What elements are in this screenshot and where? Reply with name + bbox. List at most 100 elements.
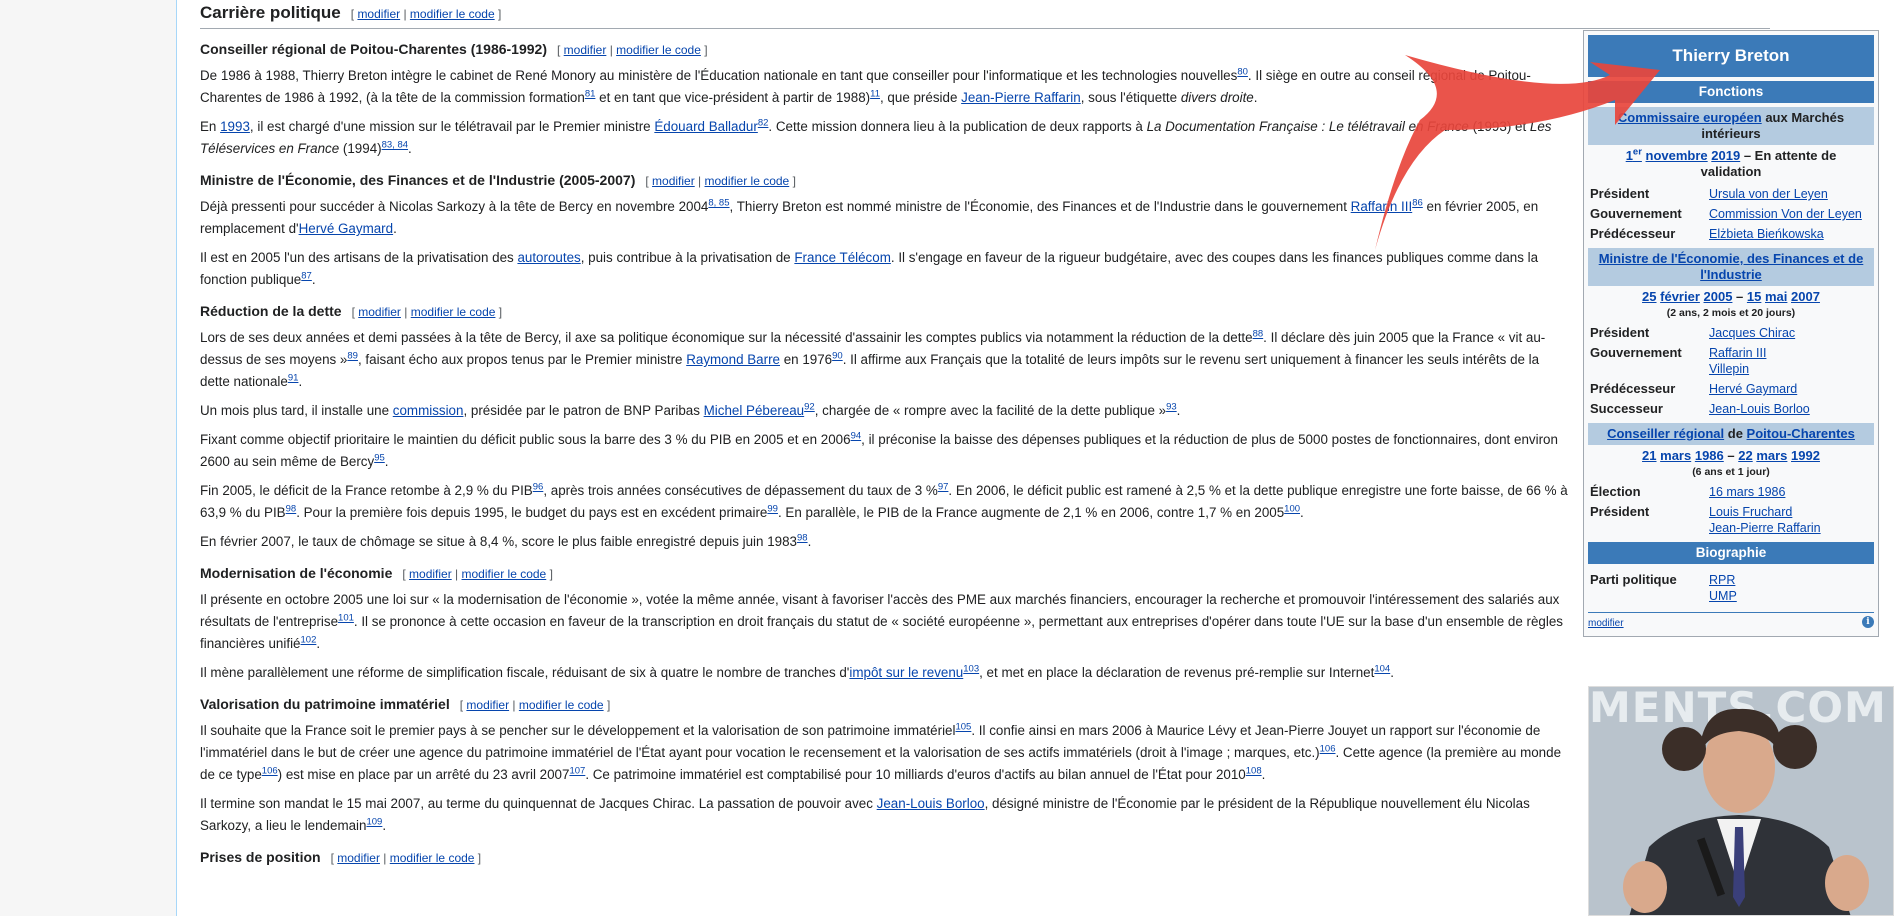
- subsection-heading: Valorisation du patrimoine immatériel [ m…: [200, 693, 1570, 716]
- edit-code-link[interactable]: modifier le code: [519, 698, 604, 712]
- subsection-title: Conseiller régional de Poitou-Charentes …: [200, 41, 547, 57]
- date-link[interactable]: 2007: [1791, 289, 1820, 304]
- ref-link[interactable]: 104: [1374, 664, 1390, 675]
- date-link[interactable]: février: [1660, 289, 1700, 304]
- article-link[interactable]: Raymond Barre: [686, 352, 780, 367]
- article-link[interactable]: 1993: [220, 119, 250, 134]
- ref-link[interactable]: 108: [1246, 766, 1262, 777]
- edit-link[interactable]: modifier: [358, 305, 401, 319]
- article-link[interactable]: Édouard Balladur: [654, 119, 757, 134]
- edit-code-link[interactable]: modifier le code: [616, 43, 701, 57]
- edit-link[interactable]: modifier: [466, 698, 509, 712]
- ref-link[interactable]: 81: [585, 89, 596, 100]
- ref-link[interactable]: 80: [1237, 67, 1248, 78]
- edit-link[interactable]: modifier: [652, 174, 695, 188]
- ref-link[interactable]: 107: [569, 766, 585, 777]
- date-link[interactable]: 21: [1642, 448, 1656, 463]
- infobox-value-link[interactable]: Louis Fruchard Jean-Pierre Raffarin: [1709, 504, 1874, 536]
- ref-link[interactable]: 106: [262, 766, 278, 777]
- date-link[interactable]: 1er: [1626, 147, 1642, 163]
- edit-link[interactable]: modifier: [357, 7, 400, 21]
- ref-link[interactable]: 102: [301, 635, 317, 646]
- infobox-value-link[interactable]: Commission Von der Leyen: [1709, 206, 1874, 222]
- infobox-edit-link[interactable]: modifier: [1588, 616, 1624, 632]
- article-link[interactable]: Jean-Louis Borloo: [877, 796, 985, 811]
- infobox-value-link[interactable]: Jacques Chirac: [1709, 325, 1874, 341]
- article-link[interactable]: commission: [393, 403, 464, 418]
- article-link[interactable]: Jean-Pierre Raffarin: [961, 90, 1081, 105]
- ref-link[interactable]: 93: [1166, 402, 1177, 413]
- section-title: Carrière politique: [200, 3, 341, 22]
- edit-link[interactable]: modifier: [337, 851, 380, 865]
- paragraph: Déjà pressenti pour succéder à Nicolas S…: [200, 197, 1539, 236]
- article-link[interactable]: impôt sur le revenu: [849, 665, 963, 680]
- edit-code-link[interactable]: modifier le code: [411, 305, 496, 319]
- ref-link[interactable]: 8, 85: [708, 198, 729, 209]
- date-link[interactable]: 2005: [1704, 289, 1733, 304]
- ref-link[interactable]: 95: [374, 453, 385, 464]
- ref-link[interactable]: 98: [797, 533, 808, 544]
- ref-link[interactable]: 94: [851, 431, 862, 442]
- ref-link[interactable]: 11: [870, 89, 880, 100]
- article-link[interactable]: Michel Pébereau: [704, 403, 805, 418]
- infobox-value-link[interactable]: 16 mars 1986: [1709, 484, 1874, 500]
- info-icon[interactable]: i: [1862, 616, 1874, 628]
- ref-link[interactable]: 89: [347, 351, 358, 362]
- ref-link[interactable]: 109: [366, 817, 382, 828]
- ref-link[interactable]: 106: [1320, 744, 1336, 755]
- infobox-row: Président Jacques Chirac: [1588, 323, 1874, 343]
- infobox-value-link[interactable]: Raffarin III Villepin: [1709, 345, 1874, 377]
- edit-code-link[interactable]: modifier le code: [390, 851, 475, 865]
- date-link[interactable]: 1986: [1695, 448, 1724, 463]
- ref-link[interactable]: 87: [301, 271, 312, 282]
- date-link[interactable]: mai: [1765, 289, 1787, 304]
- infobox-header-biographie: Biographie: [1588, 542, 1874, 564]
- ref-link[interactable]: 100: [1284, 504, 1300, 515]
- section-heading-carriere: Carrière politique [ modifier | modifier …: [200, 2, 1770, 29]
- date-link[interactable]: 1992: [1791, 448, 1820, 463]
- ref-link[interactable]: 86: [1412, 198, 1423, 209]
- edit-link[interactable]: modifier: [409, 567, 452, 581]
- edit-code-link[interactable]: modifier le code: [462, 567, 547, 581]
- date-link[interactable]: mars: [1756, 448, 1787, 463]
- date-link[interactable]: 25: [1642, 289, 1656, 304]
- ref-link[interactable]: 101: [338, 613, 354, 624]
- date-link[interactable]: 2019: [1711, 148, 1740, 163]
- ref-link[interactable]: 105: [955, 722, 971, 733]
- ref-link[interactable]: 99: [767, 504, 778, 515]
- ref-link[interactable]: 97: [938, 482, 949, 493]
- date-link[interactable]: novembre: [1646, 148, 1708, 163]
- date-link[interactable]: 15: [1747, 289, 1761, 304]
- function-link[interactable]: Ministre de l'Économie, des Finances et …: [1599, 251, 1864, 282]
- infobox-value-link[interactable]: Hervé Gaymard: [1709, 381, 1874, 397]
- ref-link[interactable]: 98: [286, 504, 297, 515]
- function-link[interactable]: Poitou-Charentes: [1747, 426, 1855, 441]
- edit-code-link[interactable]: modifier le code: [410, 7, 495, 21]
- edit-link[interactable]: modifier: [564, 43, 607, 57]
- ref-link[interactable]: 103: [963, 664, 979, 675]
- function-link[interactable]: Conseiller régional: [1607, 426, 1724, 441]
- article-link[interactable]: France Télécom: [794, 250, 891, 265]
- date-link[interactable]: mars: [1660, 448, 1691, 463]
- article-link[interactable]: autoroutes: [517, 250, 580, 265]
- paragraph: Fixant comme objectif prioritaire le mai…: [200, 430, 1558, 469]
- subsection-title: Valorisation du patrimoine immatériel: [200, 696, 450, 712]
- ref-link[interactable]: 91: [288, 373, 299, 384]
- date-link[interactable]: 22: [1738, 448, 1752, 463]
- infobox-value-link[interactable]: Ursula von der Leyen: [1709, 186, 1874, 202]
- edit-code-link[interactable]: modifier le code: [705, 174, 790, 188]
- ref-link[interactable]: 88: [1253, 329, 1264, 340]
- infobox-title: Thierry Breton: [1588, 35, 1874, 77]
- function-link[interactable]: Commissaire européen: [1618, 110, 1762, 125]
- article-link[interactable]: Raffarin III: [1351, 199, 1413, 214]
- ref-link[interactable]: 82: [758, 118, 769, 129]
- infobox-value-link[interactable]: Elżbieta Bieńkowska: [1709, 226, 1874, 242]
- ref-link[interactable]: 92: [804, 402, 815, 413]
- ref-link[interactable]: 90: [832, 351, 843, 362]
- infobox-value-link[interactable]: Jean-Louis Borloo: [1709, 401, 1874, 417]
- ref-link[interactable]: 96: [533, 482, 544, 493]
- infobox-value-link[interactable]: RPR UMP: [1709, 572, 1874, 604]
- edit-links: [ modifier | modifier le code ]: [350, 7, 502, 21]
- ref-link[interactable]: 83, 84: [382, 140, 408, 151]
- article-link[interactable]: Hervé Gaymard: [299, 221, 394, 236]
